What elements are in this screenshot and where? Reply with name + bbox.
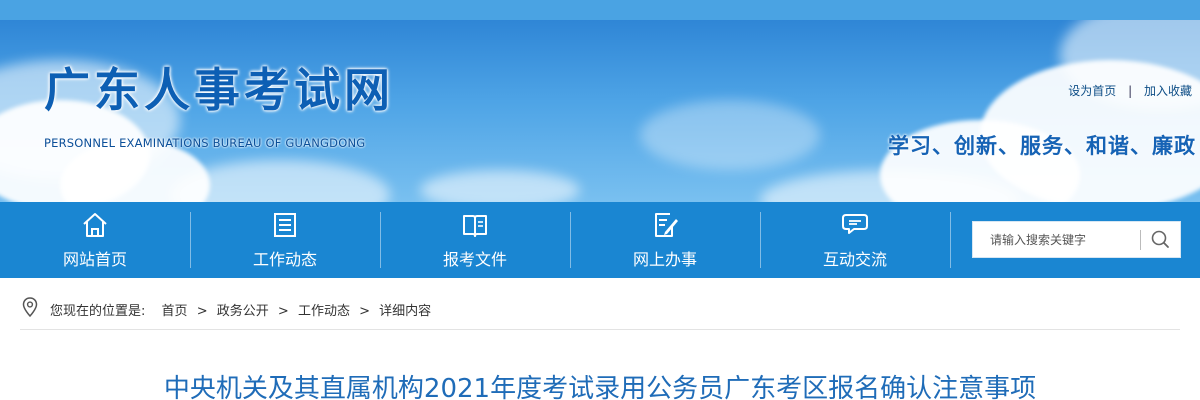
home-icon <box>83 213 107 237</box>
breadcrumb-public-affairs[interactable]: 政务公开 <box>217 304 269 319</box>
top-strip <box>0 0 1200 20</box>
set-homepage-link[interactable]: 设为首页 <box>1068 84 1116 98</box>
search-separator <box>1140 230 1141 250</box>
top-links: 设为首页 | 加入收藏 <box>1068 82 1192 99</box>
nav-item-label: 网上办事 <box>632 250 697 269</box>
breadcrumb-home[interactable]: 首页 <box>162 304 188 319</box>
nav-item-label: 工作动态 <box>252 250 317 269</box>
search-icon[interactable] <box>1145 226 1175 254</box>
nav-item-online-services[interactable]: 网上办事 <box>570 202 760 278</box>
breadcrumb-separator: > <box>277 304 289 319</box>
breadcrumb-lead: 您现在的位置是: <box>50 304 146 319</box>
nav-item-label: 网站首页 <box>62 250 127 269</box>
news-list-icon <box>274 213 296 237</box>
book-icon <box>463 215 487 237</box>
breadcrumb: 您现在的位置是: 首页 > 政务公开 > 工作动态 > 详细内容 <box>50 300 431 319</box>
breadcrumb-work-news[interactable]: 工作动态 <box>298 304 350 319</box>
nav-divider <box>950 212 951 268</box>
edit-document-icon <box>655 213 678 237</box>
add-favorite-link[interactable]: 加入收藏 <box>1144 84 1192 98</box>
nav-item-label: 报考文件 <box>442 250 507 269</box>
breadcrumb-divider <box>20 329 1180 330</box>
nav-item-work-news[interactable]: 工作动态 <box>190 202 380 278</box>
search-input[interactable] <box>973 222 1141 257</box>
search-box <box>972 221 1181 258</box>
nav-item-interaction[interactable]: 互动交流 <box>760 202 950 278</box>
site-slogan: 学习、创新、服务、和谐、廉政 <box>888 134 1196 158</box>
nav-item-label: 互动交流 <box>822 250 887 269</box>
top-links-separator: | <box>1128 84 1133 98</box>
nav-item-exam-documents[interactable]: 报考文件 <box>380 202 570 278</box>
page: 广东人事考试网 PERSONNEL EXAMINATIONS BUREAU OF… <box>0 0 1200 400</box>
location-pin-icon <box>22 297 38 317</box>
chat-bubbles-icon <box>842 214 868 234</box>
breadcrumb-separator: > <box>359 304 370 319</box>
breadcrumb-separator: > <box>196 304 208 319</box>
site-logo-subtitle: PERSONNEL EXAMINATIONS BUREAU OF GUANGDO… <box>44 136 366 150</box>
article-title: 中央机关及其直属机构2021年度考试录用公务员广东考区报名确认注意事项 <box>163 374 1037 400</box>
site-logo-title[interactable]: 广东人事考试网 <box>44 54 394 120</box>
nav-item-home[interactable]: 网站首页 <box>0 202 190 278</box>
breadcrumb-detail: 详细内容 <box>379 304 432 319</box>
